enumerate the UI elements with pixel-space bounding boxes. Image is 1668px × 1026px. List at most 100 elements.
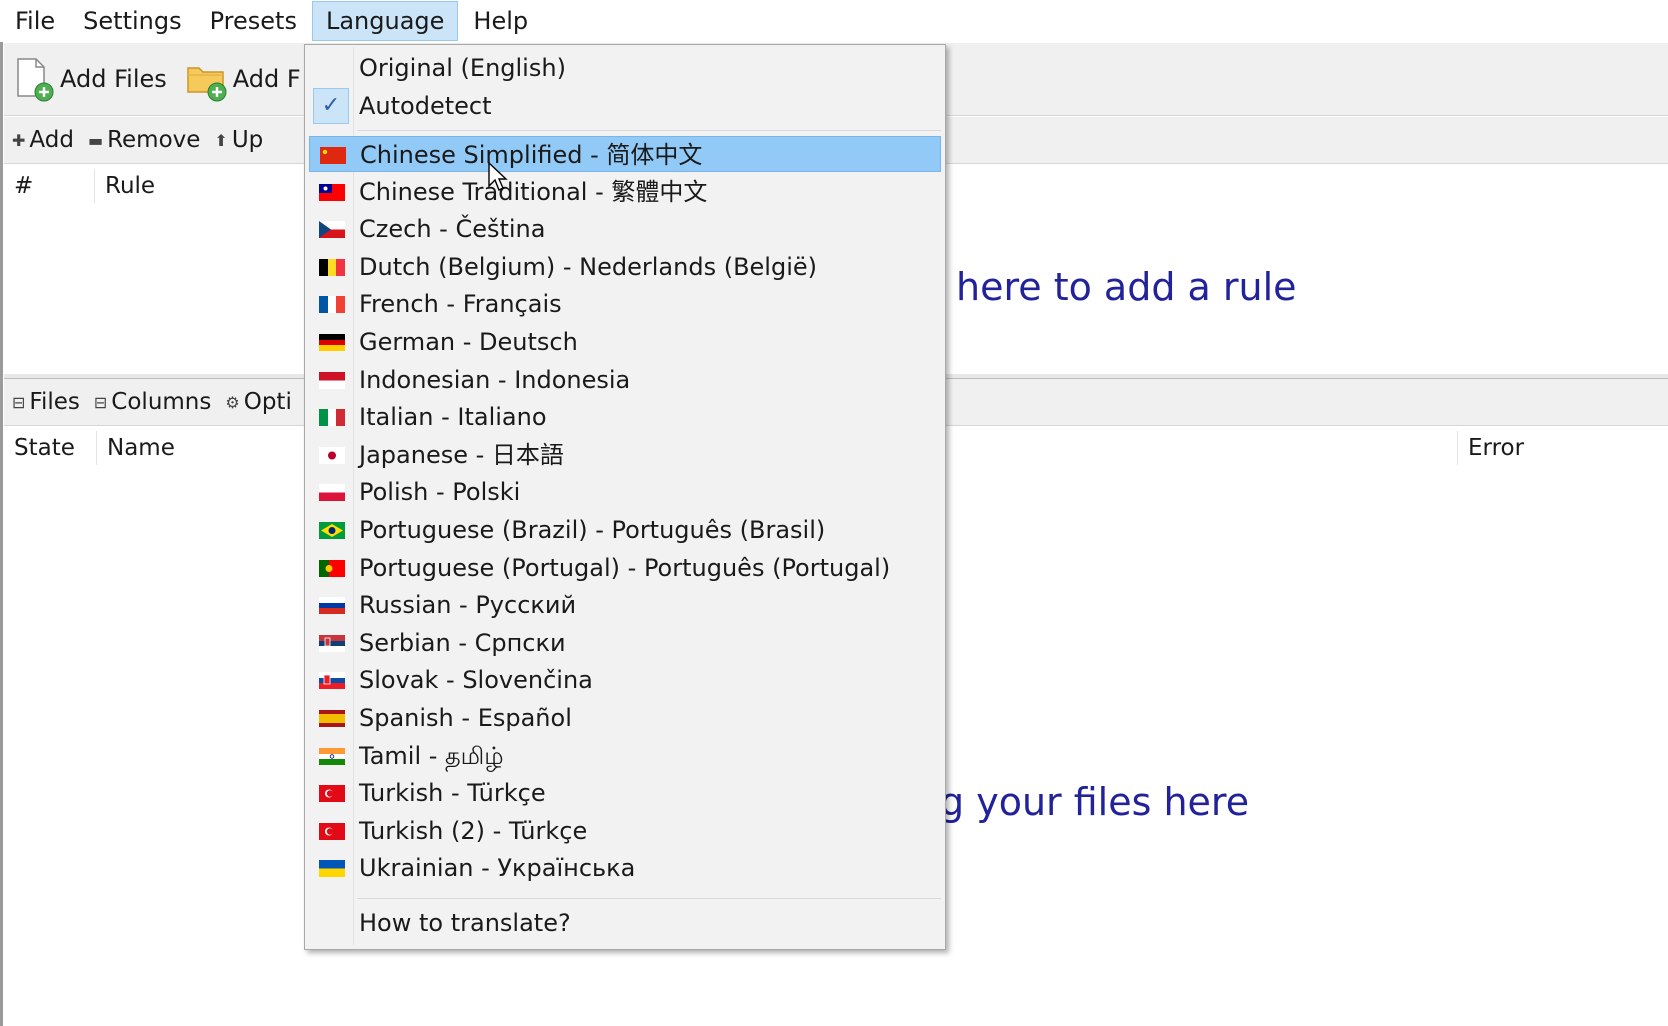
rules-col-rule[interactable]: Rule [95,169,305,203]
menu-item-japanese[interactable]: Japanese - 日本語 [309,437,941,473]
options-button[interactable]: ⚙ Opti [225,389,291,415]
menu-item-label: Tamil - தமிழ் [359,741,504,770]
belgium-flag-icon [319,258,345,276]
move-up-label: Up [231,127,264,153]
menu-item-turkish[interactable]: Turkish - Türkçe [309,775,941,811]
menu-item-label: Polish - Polski [359,478,521,507]
germany-flag-icon [319,334,345,351]
menu-item-label: Slovak - Slovenčina [359,666,593,695]
menu-item-label: Turkish - Türkçe [359,779,546,808]
menu-separator [357,130,941,131]
files-icon: ⊟ [12,392,26,412]
rules-empty-hint: here to add a rule [956,265,1297,309]
menu-item-chinese-simplified[interactable]: Chinese Simplified - 简体中文 [309,136,941,172]
menu-item-french[interactable]: French - Français [309,286,941,322]
move-up-button[interactable]: ⬆ Up [214,127,263,153]
menu-item-portuguese-portugal[interactable]: Portuguese (Portugal) - Português (Portu… [309,550,941,586]
columns-icon: ⊟ [93,392,108,412]
menu-item-ukrainian[interactable]: Ukrainian - Українська [309,850,941,886]
menu-item-label: Chinese Traditional - 繁體中文 [359,177,708,206]
menu-item-autodetect[interactable]: ✓ Autodetect [309,88,941,124]
taiwan-flag-icon [319,183,345,201]
files-label: Files [29,389,80,415]
files-col-error[interactable]: Error [1458,431,1668,465]
menu-item-original-english[interactable]: Original (English) [309,50,941,86]
menu-item-label: Czech - Čeština [359,215,546,244]
remove-rule-label: Remove [107,127,201,153]
menu-item-label: Portuguese (Portugal) - Português (Portu… [359,553,891,582]
japan-flag-icon [319,446,345,464]
checkmark-icon: ✓ [313,88,349,124]
add-rule-button[interactable]: ✚ Add [12,127,74,153]
ukraine-flag-icon [319,860,345,878]
add-file-icon [12,56,54,102]
menu-help[interactable]: Help [460,1,541,41]
russia-flag-icon [319,597,345,615]
poland-flag-icon [319,484,345,502]
menu-item-serbian[interactable]: Serbian - Српски [309,625,941,661]
add-folders-button[interactable]: Add F [185,56,301,102]
menu-item-tamil[interactable]: Tamil - தமிழ் [309,738,941,774]
menu-item-label: German - Deutsch [359,328,578,356]
slovakia-flag-icon [319,672,345,690]
menu-item-label: Japanese - 日本語 [359,440,564,469]
menu-item-label: Turkish (2) - Türkçe [359,816,588,845]
menu-item-label: Chinese Simplified - 简体中文 [360,141,703,169]
china-flag-icon [320,147,346,164]
options-label: Opti [243,389,292,415]
menu-item-spanish[interactable]: Spanish - Español [309,700,941,736]
add-folders-label: Add F [232,65,301,93]
menu-item-portuguese-brazil[interactable]: Portuguese (Brazil) - Português (Brasil) [309,512,941,548]
remove-rule-button[interactable]: ▬ Remove [88,127,200,153]
menu-item-slovak[interactable]: Slovak - Slovenčina [309,662,941,698]
menu-item-polish[interactable]: Polish - Polski [309,474,941,510]
columns-label: Columns [111,389,212,415]
turkey-flag-icon [319,822,345,840]
menu-item-label: Ukrainian - Українська [359,854,636,883]
turkey-flag-icon [319,785,345,803]
files-empty-hint: g your files here [940,780,1250,824]
add-folder-icon [185,56,227,102]
india-flag-icon [319,747,345,765]
menu-settings[interactable]: Settings [70,1,194,41]
arrow-up-icon: ⬆ [214,130,228,150]
options-icon: ⚙ [225,392,240,412]
menu-item-turkish-2[interactable]: Turkish (2) - Türkçe [309,813,941,849]
menu-language[interactable]: Language [311,1,459,41]
italy-flag-icon [319,409,345,427]
menu-item-german[interactable]: German - Deutsch [309,324,941,360]
add-rule-label: Add [29,127,74,153]
spain-flag-icon [319,710,345,727]
indonesia-flag-icon [319,371,345,389]
czech-flag-icon [319,221,345,239]
menu-item-label: Serbian - Српски [359,628,566,657]
menu-presets[interactable]: Presets [197,1,310,41]
menu-item-russian[interactable]: Russian - Русский [309,587,941,623]
menu-separator [357,898,941,899]
menu-item-label: Russian - Русский [359,591,577,620]
plus-icon: ✚ [12,130,26,150]
menu-item-label: Original (English) [359,54,566,82]
columns-button[interactable]: ⊟ Columns [94,389,211,415]
language-dropdown-menu: Original (English) ✓ Autodetect How to t… [304,44,946,950]
menu-item-chinese-traditional[interactable]: Chinese Traditional - 繁體中文 [309,174,941,210]
add-files-button[interactable]: Add Files [12,56,167,102]
files-button[interactable]: ⊟ Files [12,389,80,415]
menu-item-dutch-belgium[interactable]: Dutch (Belgium) - Nederlands (België) [309,249,941,285]
menu-item-label: Indonesian - Indonesia [359,365,631,394]
menu-item-label: Autodetect [359,92,492,120]
menu-item-indonesian[interactable]: Indonesian - Indonesia [309,362,941,398]
menu-item-italian[interactable]: Italian - Italiano [309,399,941,435]
menu-item-label: French - Français [359,290,562,319]
menu-item-label: How to translate? [359,909,571,937]
menu-item-label: Portuguese (Brazil) - Português (Brasil) [359,516,826,544]
window-left-edge [0,42,3,1026]
menu-item-czech[interactable]: Czech - Čeština [309,211,941,247]
files-col-state[interactable]: State [4,431,97,465]
menu-file[interactable]: File [2,1,68,41]
rules-col-number[interactable]: # [4,169,95,203]
menu-item-how-to-translate[interactable]: How to translate? [309,905,941,941]
menu-item-label: Italian - Italiano [359,403,547,432]
menu-item-label: Spanish - Español [359,704,572,732]
brazil-flag-icon [319,522,345,539]
